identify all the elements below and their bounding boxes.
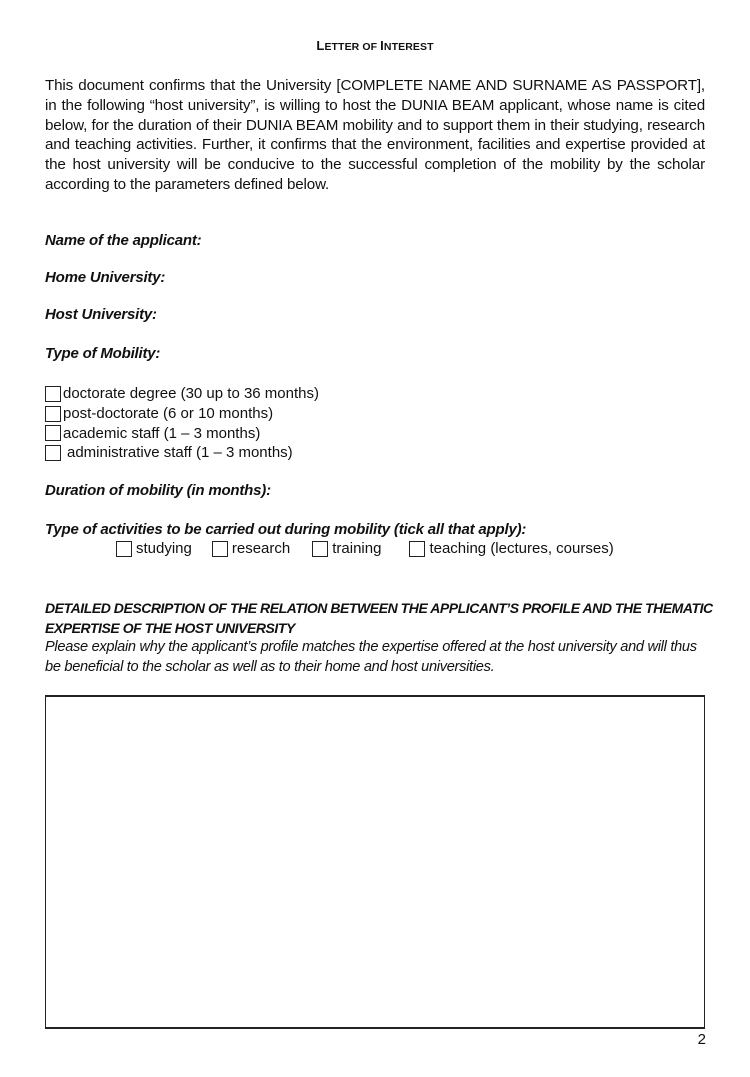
activity-option-label: teaching (lectures, courses) <box>429 540 614 557</box>
checkbox-teaching[interactable] <box>409 540 426 557</box>
checkbox-administrative-staff[interactable] <box>45 444 61 461</box>
mobility-option-label: post-doctorate (6 or 10 months) <box>63 405 274 423</box>
mobility-option-label: academic staff (1 – 3 months) <box>63 424 261 442</box>
document-page: LETTER OF INTEREST This document confirm… <box>0 0 750 1077</box>
activity-option-label: training <box>332 540 382 557</box>
activities-label: Type of activities to be carried out dur… <box>45 521 527 538</box>
checkbox-doctorate[interactable] <box>45 385 61 402</box>
activity-option-training[interactable]: training <box>312 540 381 557</box>
mobility-option-administrative-staff[interactable]: administrative staff (1 – 3 months) <box>45 443 319 463</box>
mobility-option-label: doctorate degree (30 up to 36 months) <box>63 385 319 403</box>
mobility-option-post-doctorate[interactable]: post-doctorate (6 or 10 months) <box>45 404 319 424</box>
title-smallcaps-part-2: NTEREST <box>383 41 434 53</box>
title-smallcaps-part-1: ETTER OF <box>324 41 381 53</box>
applicant-name-label: Name of the applicant: <box>45 232 202 249</box>
mobility-option-academic-staff[interactable]: academic staff (1 – 3 months) <box>45 423 319 443</box>
mobility-type-label: Type of Mobility: <box>45 345 161 362</box>
activity-option-label: research <box>231 540 291 557</box>
host-university-label: Host University: <box>45 306 157 323</box>
description-section-instructions: Please explain why the applicant’s profi… <box>45 639 697 675</box>
document-title: LETTER OF INTEREST <box>0 38 750 53</box>
activity-option-teaching[interactable]: teaching (lectures, courses) <box>409 540 614 557</box>
checkbox-academic-staff[interactable] <box>45 425 61 442</box>
page-number: 2 <box>697 1031 706 1048</box>
activity-option-label: studying <box>136 540 192 557</box>
activity-option-research[interactable]: research <box>211 540 291 557</box>
activity-option-studying[interactable]: studying <box>116 540 192 557</box>
duration-label: Duration of mobility (in months): <box>45 482 271 499</box>
checkbox-studying[interactable] <box>116 540 132 557</box>
intro-paragraph: This document confirms that the Universi… <box>45 77 705 193</box>
home-university-label: Home University: <box>45 269 166 286</box>
description-answer-box[interactable] <box>45 695 705 1029</box>
mobility-type-options: doctorate degree (30 up to 36 months) po… <box>45 384 319 463</box>
activity-options: studying research training teaching (lec… <box>116 540 614 557</box>
checkbox-training[interactable] <box>312 540 329 557</box>
mobility-option-label: administrative staff (1 – 3 months) <box>67 444 293 462</box>
mobility-option-doctorate[interactable]: doctorate degree (30 up to 36 months) <box>45 384 319 404</box>
checkbox-research[interactable] <box>211 540 228 557</box>
description-section-heading: DETAILED DESCRIPTION OF THE RELATION BET… <box>45 600 713 636</box>
checkbox-post-doctorate[interactable] <box>45 405 61 422</box>
